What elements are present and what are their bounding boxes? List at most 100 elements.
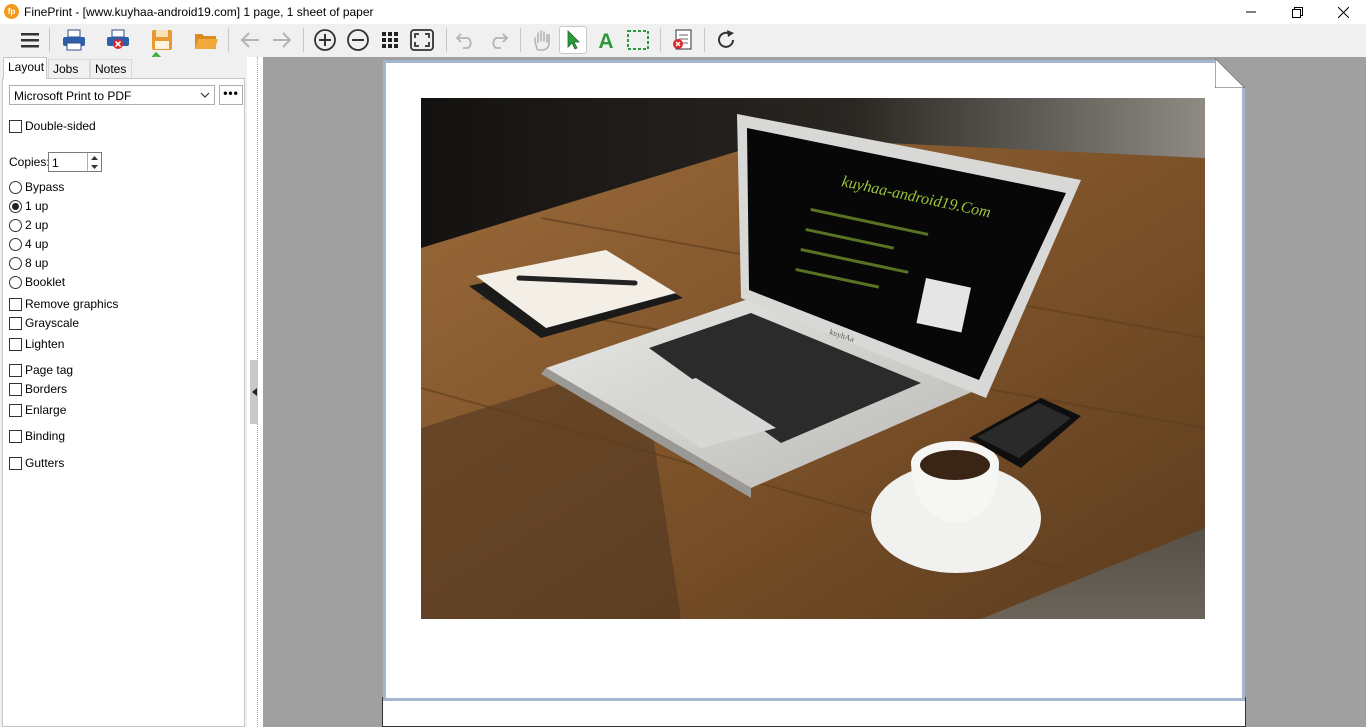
page-tag-checkbox[interactable]: Page tag [9,362,73,378]
checkbox-box [9,403,22,417]
checkbox-label: Lighten [25,337,65,351]
checkbox-label: Enlarge [25,403,67,417]
hand-tool-button[interactable] [528,26,556,54]
copies-spin-buttons[interactable] [87,153,101,171]
restore-icon [1291,6,1303,18]
layout-tab-content: Microsoft Print to PDF ••• Double-sided … [2,78,245,727]
checkbox-label: Remove graphics [25,297,119,311]
radio-button [9,275,22,289]
checkbox-label: Grayscale [25,316,80,330]
layout-radio-2-up[interactable]: 2 up [9,217,48,233]
hand-icon [534,30,550,51]
copies-row: Copies: [9,154,50,170]
checkbox-box [9,297,22,311]
grayscale-checkbox[interactable]: Grayscale [9,315,79,331]
checkbox-label: Double-sided [25,119,96,133]
checkbox-label: Binding [25,429,66,443]
grid-view-button[interactable] [376,26,404,54]
panel-splitter[interactable] [247,57,263,727]
next-page-edge [382,697,1246,727]
crop-tool-button[interactable] [624,26,652,54]
layout-radio-booklet[interactable]: Booklet [9,274,65,290]
radio-label: Bypass [25,180,65,194]
fit-page-button[interactable] [408,26,436,54]
tab-notes[interactable]: Notes [90,59,132,79]
app-icon: fp [4,4,19,19]
delete-page-button[interactable] [668,26,696,54]
checkbox-box [9,429,22,443]
select-tool-button[interactable] [559,26,587,54]
text-tool-button[interactable]: A [592,26,620,54]
radio-label: Booklet [25,275,66,289]
spin-up-button[interactable] [88,153,101,162]
binding-checkbox[interactable]: Binding [9,428,65,444]
radio-label: 1 up [25,199,49,213]
double-sided-checkbox[interactable]: Double-sided [9,118,96,134]
refresh-icon [718,30,734,48]
toolbar-separator [520,28,521,52]
toolbar-separator [660,28,661,52]
print-delete-button[interactable] [104,26,132,54]
preview-page[interactable]: kuyhaa-android19.Com kuyhAa [383,60,1245,701]
checkbox-label: Gutters [25,456,65,470]
undo-button[interactable] [452,26,480,54]
settings-panel: Layout Jobs Notes Microsoft Print to PDF… [0,57,247,727]
pointer-arrow-icon [567,30,580,50]
minimize-button[interactable] [1228,0,1274,24]
layout-radio-4-up[interactable]: 4 up [9,236,48,252]
remove-graphics-checkbox[interactable]: Remove graphics [9,296,118,312]
layout-radio-1-up[interactable]: 1 up [9,198,48,214]
menu-button[interactable] [16,26,44,54]
redo-button[interactable] [484,26,512,54]
checkbox-box [9,382,22,396]
spin-down-button[interactable] [88,162,101,171]
collapse-panel-button[interactable] [250,360,258,424]
close-button[interactable] [1320,0,1366,24]
caret-down-icon [91,164,98,169]
text-a-icon: A [598,30,613,51]
checkbox-box [9,456,22,470]
printer-properties-button[interactable]: ••• [219,85,243,105]
restore-button[interactable] [1274,0,1320,24]
gutters-checkbox[interactable]: Gutters [9,455,64,471]
layout-radio-bypass[interactable]: Bypass [9,179,64,195]
page-photo-laptop-desk: kuyhaa-android19.Com kuyhAa [421,98,1205,619]
svg-text:A: A [598,30,613,51]
radio-button [9,256,22,270]
radio-label: 2 up [25,218,49,232]
printer-icon [63,29,85,51]
close-icon [1337,6,1349,18]
toolbar-separator [704,28,705,52]
layout-radio-8-up[interactable]: 8 up [9,255,48,271]
copies-value: 1 [52,156,59,170]
radio-label: 8 up [25,256,49,270]
refresh-button[interactable] [712,26,740,54]
toolbar-separator [49,28,50,52]
radio-button [9,237,22,251]
tab-jobs[interactable]: Jobs [48,59,90,79]
redo-icon [492,33,509,49]
tab-layout[interactable]: Layout [3,57,47,79]
printer-dropdown[interactable]: Microsoft Print to PDF [9,85,215,105]
lighten-checkbox[interactable]: Lighten [9,336,64,352]
enlarge-checkbox[interactable]: Enlarge [9,402,66,418]
print-button[interactable] [60,26,88,54]
radio-label: 4 up [25,237,49,251]
copies-stepper[interactable]: 1 [48,152,102,172]
printer-delete-icon [107,29,129,49]
radio-button [9,218,22,232]
delete-page-icon [673,29,692,50]
radio-button [9,199,22,213]
undo-icon [455,33,472,49]
caret-up-icon [91,155,98,160]
window-title: FinePrint - [www.kuyhaa-android19.com] 1… [24,5,374,19]
caret-left-icon [251,388,257,396]
page-corner-fold-icon [1215,58,1245,88]
toolbar-separator [446,28,447,52]
checkbox-label: Borders [25,382,68,396]
print-preview-area[interactable]: kuyhaa-android19.Com kuyhAa [263,57,1366,727]
checkbox-box [9,119,22,133]
chevron-down-icon [200,92,210,98]
checkbox-box [9,363,22,377]
borders-checkbox[interactable]: Borders [9,381,67,397]
